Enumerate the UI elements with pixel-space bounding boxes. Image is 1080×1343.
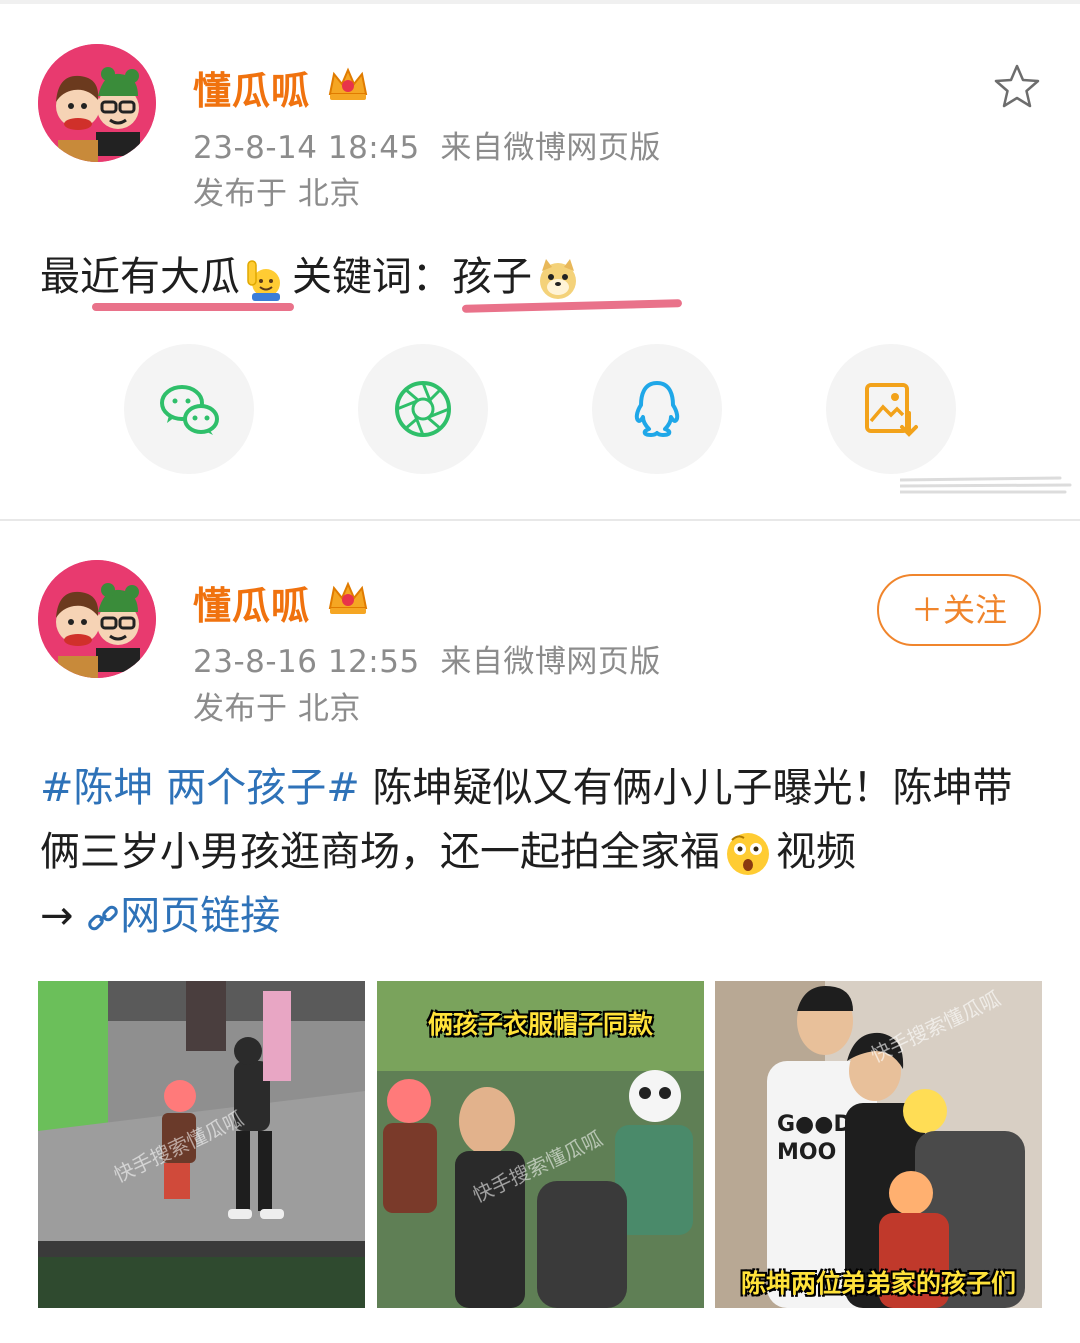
feed-post-2: 懂瓜呱 23-8-16 12:55 来自微博网页版 发布于 北京 ＋关注 #陈坤… bbox=[0, 0, 1080, 1308]
avatar-cartoon-icon bbox=[38, 560, 156, 678]
post-source: 来自微博网页版 bbox=[440, 644, 661, 680]
post-meta-line: 23-8-16 12:55 来自微博网页版 bbox=[193, 636, 661, 681]
follow-button[interactable]: ＋关注 bbox=[877, 574, 1041, 646]
post-image-1[interactable]: 快手搜索懂瓜呱 bbox=[38, 981, 365, 1308]
post-image-2[interactable]: 俩孩子衣服帽子同款 快手搜索懂瓜呱 bbox=[377, 981, 704, 1308]
post-body-arrow: → bbox=[40, 893, 74, 939]
web-link-label: 网页链接 bbox=[120, 893, 281, 939]
post-image-3-caption: 陈坤两位弟弟家的孩子们 bbox=[740, 1269, 1016, 1298]
username[interactable]: 懂瓜呱 bbox=[193, 575, 310, 630]
post-image-3[interactable]: G●●D MOO 陈坤两位弟弟家的孩子们 快手搜索懂瓜呱 bbox=[715, 981, 1042, 1308]
post-body-b: 视频 bbox=[776, 829, 856, 875]
post-timestamp: 23-8-16 12:55 bbox=[193, 644, 420, 680]
svg-text:MOO: MOO bbox=[777, 1140, 836, 1165]
avatar[interactable] bbox=[38, 560, 156, 678]
family-photo-illustration: G●●D MOO bbox=[715, 981, 1042, 1308]
post-image-2-caption: 俩孩子衣服帽子同款 bbox=[427, 1010, 653, 1039]
post-text: #陈坤 两个孩子# 陈坤疑似又有俩小儿子曝光！陈坤带俩三岁小男孩逛商场，还一起拍… bbox=[40, 756, 1040, 948]
link-chain-icon bbox=[88, 905, 119, 931]
post-location: 发布于 北京 bbox=[193, 691, 361, 727]
hashtag-link[interactable]: #陈坤 两个孩子# bbox=[40, 765, 360, 811]
svg-text:G●●D: G●●D bbox=[777, 1112, 852, 1137]
vip-crown-icon bbox=[328, 581, 368, 614]
web-link[interactable]: 网页链接 bbox=[86, 893, 280, 939]
shocked-face-emoji-icon bbox=[727, 833, 769, 875]
